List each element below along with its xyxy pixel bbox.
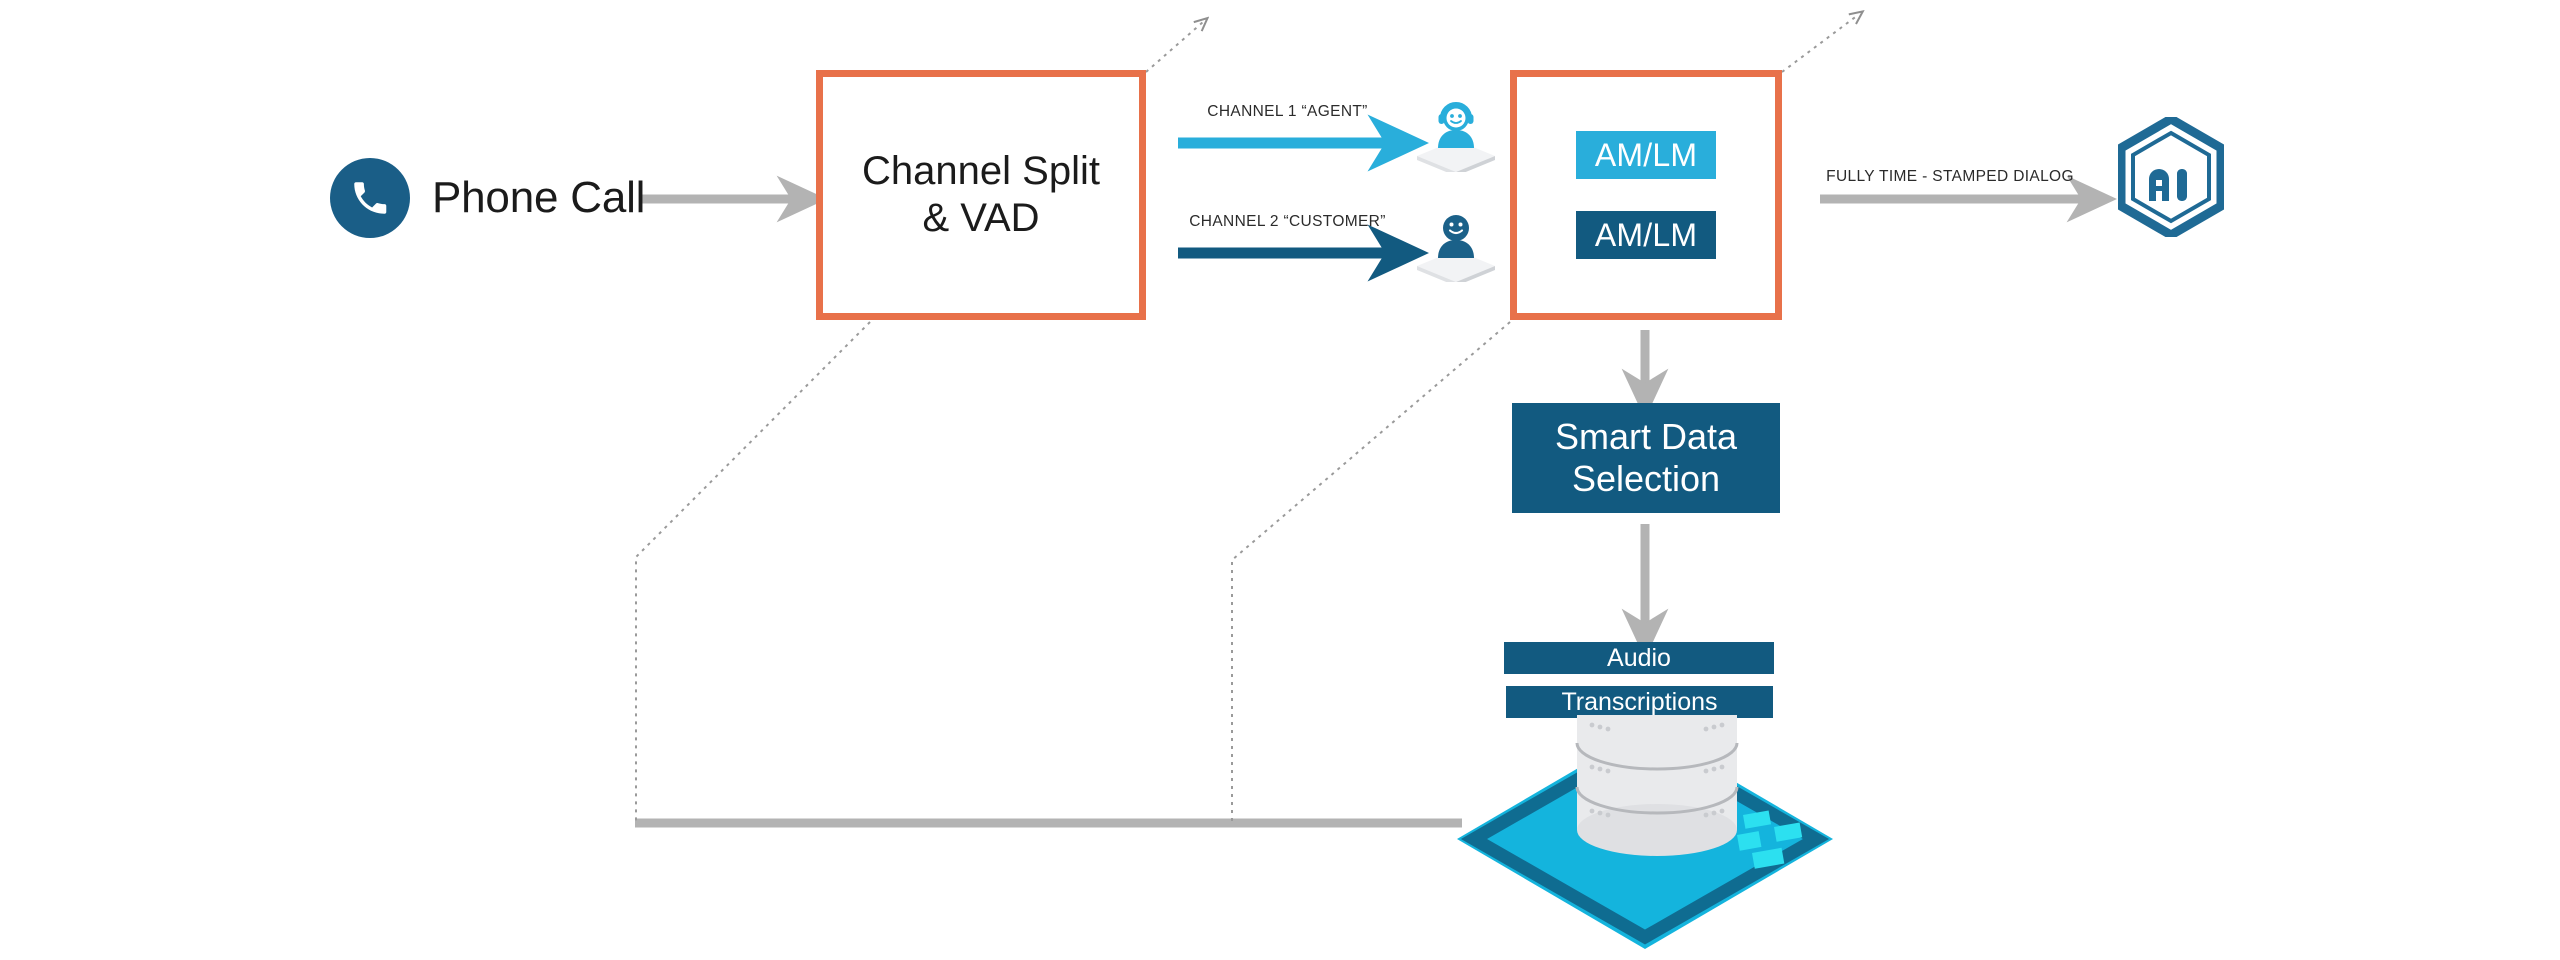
fully-timestamped-dialog-label: FULLY TIME - STAMPED DIALOG bbox=[1826, 168, 2074, 185]
channel-2-caption: CHANNEL 2 “CUSTOMER” bbox=[1189, 213, 1386, 230]
diagram-canvas: Phone Call Channel Split & VAD CHANNEL 1… bbox=[0, 0, 2560, 960]
channel-1-caption: CHANNEL 1 “AGENT” bbox=[1207, 103, 1368, 120]
phone-call-label: Phone Call bbox=[432, 173, 646, 222]
database-cylinder bbox=[1575, 715, 1739, 856]
phone-icon bbox=[330, 158, 410, 238]
amlm-chip-agent[interactable]: AM/LM bbox=[1576, 131, 1716, 179]
dotted-callout-amlm bbox=[1781, 15, 1858, 73]
transcriptions-storage-label: Transcriptions bbox=[1561, 687, 1718, 716]
dotted-split-to-storage bbox=[635, 321, 871, 823]
amlm-container-box[interactable]: AM/LM AM/LM bbox=[1510, 70, 1782, 320]
phone-call-node: Phone Call bbox=[330, 158, 645, 238]
smart-data-selection-label: Smart Data Selection bbox=[1554, 416, 1738, 499]
channel-2-group: CHANNEL 2 “CUSTOMER” bbox=[1175, 213, 1400, 235]
customer-avatar-icon bbox=[1417, 215, 1495, 282]
ai-hexagon-icon bbox=[2118, 117, 2224, 237]
transcriptions-storage-bar[interactable]: Transcriptions bbox=[1506, 686, 1773, 718]
channel-split-vad-box[interactable]: Channel Split & VAD bbox=[816, 70, 1146, 320]
amlm-chip-customer[interactable]: AM/LM bbox=[1576, 211, 1716, 259]
dotted-callout-split bbox=[1145, 22, 1203, 73]
channel-split-vad-label: Channel Split & VAD bbox=[862, 148, 1100, 240]
fully-timestamped-group: FULLY TIME - STAMPED DIALOG bbox=[1820, 168, 2080, 191]
agent-headset-avatar-icon bbox=[1417, 102, 1495, 172]
audio-storage-bar[interactable]: Audio bbox=[1504, 642, 1774, 674]
channel-1-group: CHANNEL 1 “AGENT” bbox=[1175, 103, 1400, 125]
audio-storage-label: Audio bbox=[1607, 643, 1671, 672]
database-storage-icon bbox=[1448, 715, 1842, 955]
smart-data-selection-box[interactable]: Smart Data Selection bbox=[1512, 403, 1780, 513]
